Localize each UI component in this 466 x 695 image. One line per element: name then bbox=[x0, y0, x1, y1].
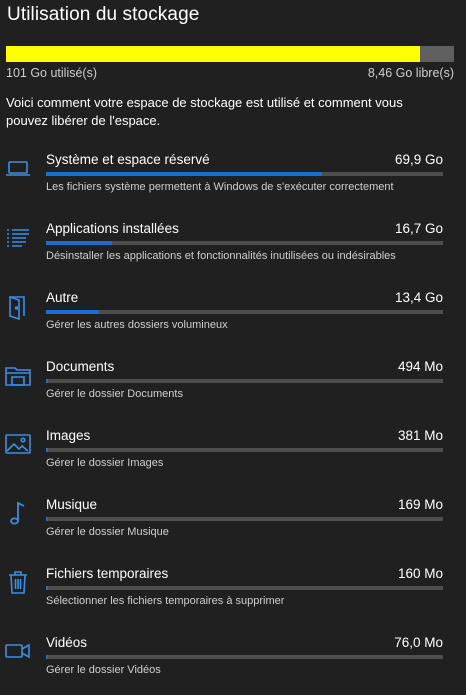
category-usage-bar-fill bbox=[46, 655, 48, 659]
storage-usage-bar bbox=[6, 46, 454, 62]
laptop-icon bbox=[4, 154, 32, 182]
category-usage-bar bbox=[46, 310, 443, 314]
category-usage-bar bbox=[46, 448, 443, 452]
category-usage-bar-fill bbox=[46, 241, 112, 245]
category-size: 69,9 Go bbox=[394, 152, 443, 167]
category-size: 16,7 Go bbox=[394, 221, 443, 236]
category-usage-bar bbox=[46, 241, 443, 245]
category-usage-bar bbox=[46, 586, 443, 590]
page-title: Utilisation du stockage bbox=[7, 4, 200, 25]
category-name: Fichiers temporaires bbox=[46, 566, 169, 581]
category-documents[interactable]: Documents 494 Mo Gérer le dossier Docume… bbox=[0, 359, 466, 419]
category-name: Autre bbox=[46, 290, 79, 305]
free-space-label: 8,46 Go libre(s) bbox=[367, 66, 454, 80]
apps-list-icon bbox=[4, 223, 32, 251]
category-name: Documents bbox=[46, 359, 115, 374]
trash-icon bbox=[4, 568, 32, 596]
music-note-icon bbox=[4, 499, 32, 527]
used-space-label: 101 Go utilisé(s) bbox=[6, 66, 98, 80]
storage-usage-bar-fill bbox=[6, 46, 420, 62]
category-name: Applications installées bbox=[46, 221, 179, 236]
category-size: 13,4 Go bbox=[394, 290, 443, 305]
category-usage-bar bbox=[46, 172, 443, 176]
category-name: Musique bbox=[46, 497, 98, 512]
folder-icon bbox=[4, 361, 32, 389]
category-description: Sélectionner les fichiers temporaires à … bbox=[46, 595, 285, 607]
category-usage-bar bbox=[46, 655, 443, 659]
category-description: Gérer le dossier Images bbox=[46, 457, 164, 469]
category-other[interactable]: Autre 13,4 Go Gérer les autres dossiers … bbox=[0, 290, 466, 350]
category-images[interactable]: Images 381 Mo Gérer le dossier Images bbox=[0, 428, 466, 488]
category-description: Gérer les autres dossiers volumineux bbox=[46, 319, 228, 331]
category-videos[interactable]: Vidéos 76,0 Mo Gérer le dossier Vidéos bbox=[0, 635, 466, 695]
category-usage-bar-fill bbox=[46, 379, 48, 383]
category-usage-bar-fill bbox=[46, 448, 48, 452]
category-usage-bar bbox=[46, 517, 443, 521]
category-name: Images bbox=[46, 428, 91, 443]
category-music[interactable]: Musique 169 Mo Gérer le dossier Musique bbox=[0, 497, 466, 557]
video-camera-icon bbox=[4, 637, 32, 665]
category-temp-files[interactable]: Fichiers temporaires 160 Mo Sélectionner… bbox=[0, 566, 466, 626]
category-apps[interactable]: Applications installées 16,7 Go Désinsta… bbox=[0, 221, 466, 281]
category-usage-bar-fill bbox=[46, 517, 48, 521]
intro-text: Voici comment votre espace de stockage e… bbox=[6, 95, 403, 128]
category-usage-bar-fill bbox=[46, 310, 99, 314]
category-size: 169 Mo bbox=[397, 497, 443, 512]
category-description: Les fichiers système permettent à Window… bbox=[46, 181, 394, 193]
image-icon bbox=[4, 430, 32, 458]
category-description: Gérer le dossier Documents bbox=[46, 388, 183, 400]
category-size: 76,0 Mo bbox=[394, 635, 443, 650]
category-size: 494 Mo bbox=[397, 359, 443, 374]
category-size: 381 Mo bbox=[397, 428, 443, 443]
category-description: Désinstaller les applications et fonctio… bbox=[46, 250, 396, 262]
category-name: Vidéos bbox=[46, 635, 88, 650]
category-description: Gérer le dossier Vidéos bbox=[46, 664, 161, 676]
category-name: Système et espace réservé bbox=[46, 152, 210, 167]
category-size: 160 Mo bbox=[397, 566, 443, 581]
category-system[interactable]: Système et espace réservé 69,9 Go Les fi… bbox=[0, 152, 466, 212]
category-description: Gérer le dossier Musique bbox=[46, 526, 169, 538]
category-usage-bar-fill bbox=[46, 586, 48, 590]
category-usage-bar-fill bbox=[46, 172, 322, 176]
door-icon bbox=[4, 292, 32, 320]
category-usage-bar bbox=[46, 379, 443, 383]
